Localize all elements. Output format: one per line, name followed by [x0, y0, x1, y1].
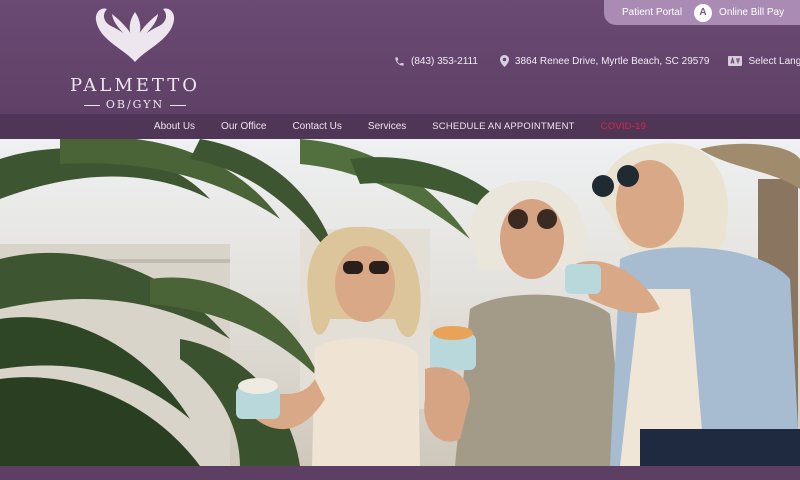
patient-portal-link[interactable]: Patient Portal: [604, 7, 682, 18]
select-language-label: Select Language: [748, 55, 800, 67]
nav-covid-19[interactable]: COVID-19: [601, 121, 646, 132]
phone-number: (843) 353-2111: [411, 55, 478, 67]
language-selector[interactable]: Select Language: [728, 56, 800, 67]
brand-subtitle: OB/GYN: [60, 98, 210, 111]
brand-name: PALMETTO: [69, 75, 201, 96]
translate-icon: [728, 56, 743, 66]
nav-schedule-appointment[interactable]: SCHEDULE AN APPOINTMENT: [432, 121, 574, 132]
address-link[interactable]: 3864 Renee Drive, Myrtle Beach, SC 29579: [499, 55, 710, 67]
site-logo[interactable]: PALMETTO OB/GYN: [60, 4, 210, 111]
portal-bar: Patient Portal A Online Bill Pay: [604, 0, 800, 25]
hero-bottom-border: [0, 466, 800, 480]
contact-row: (843) 353-2111 3864 Renee Drive, Myrtle …: [394, 54, 800, 68]
nav-our-office[interactable]: Our Office: [221, 121, 266, 132]
nav-contact-us[interactable]: Contact Us: [292, 121, 341, 132]
hero-photo-illustration: [0, 139, 800, 466]
nav-about-us[interactable]: About Us: [154, 121, 195, 132]
phone-icon: [395, 56, 404, 66]
nav-services[interactable]: Services: [368, 121, 406, 132]
palmetto-leaf-logo-icon: [95, 8, 175, 62]
main-nav: About Us Our Office Contact Us Services …: [0, 114, 800, 139]
bill-pay-icon: A: [694, 3, 713, 22]
site-header: PALMETTO OB/GYN Patient Portal A Online …: [0, 0, 800, 114]
hero-image: [0, 139, 800, 466]
location-pin-icon: [499, 55, 509, 67]
phone-link[interactable]: (843) 353-2111: [394, 56, 478, 67]
online-bill-pay-link[interactable]: Online Bill Pay: [719, 7, 784, 18]
address-text: 3864 Renee Drive, Myrtle Beach, SC 29579: [514, 55, 710, 67]
